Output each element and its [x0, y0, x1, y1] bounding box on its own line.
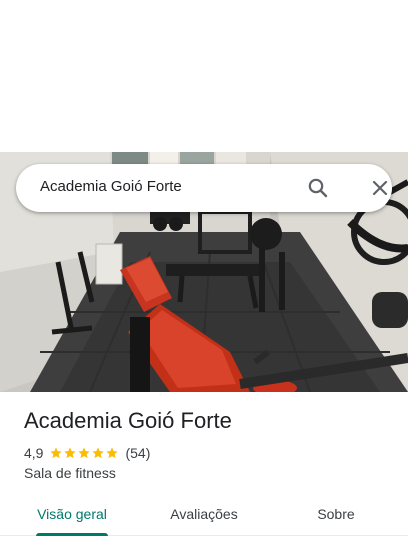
review-count[interactable]: (54) [125, 445, 150, 461]
star-rating [49, 446, 119, 460]
star-icon [50, 447, 63, 459]
tab-about[interactable]: Sobre [296, 492, 376, 536]
tab-reviews[interactable]: Avaliações [154, 492, 254, 536]
place-name: Academia Goió Forte [24, 408, 232, 433]
search-input[interactable]: Academia Goió Forte [40, 178, 182, 195]
rating-value: 4,9 [24, 445, 44, 461]
rating-row[interactable]: 4,9 (54) [24, 444, 150, 462]
star-icon [64, 447, 77, 459]
tab-bar: Visão geral Avaliações Sobre [0, 492, 408, 536]
search-icon[interactable] [306, 176, 330, 200]
star-icon [92, 447, 105, 459]
blank-area [0, 0, 408, 152]
star-icon [78, 447, 91, 459]
place-category: Sala de fitness [24, 465, 116, 481]
close-icon[interactable] [368, 176, 392, 200]
star-icon [106, 447, 119, 459]
active-tab-indicator [36, 533, 108, 536]
tab-overview[interactable]: Visão geral [20, 492, 124, 536]
search-bar[interactable]: Academia Goió Forte [16, 164, 392, 212]
